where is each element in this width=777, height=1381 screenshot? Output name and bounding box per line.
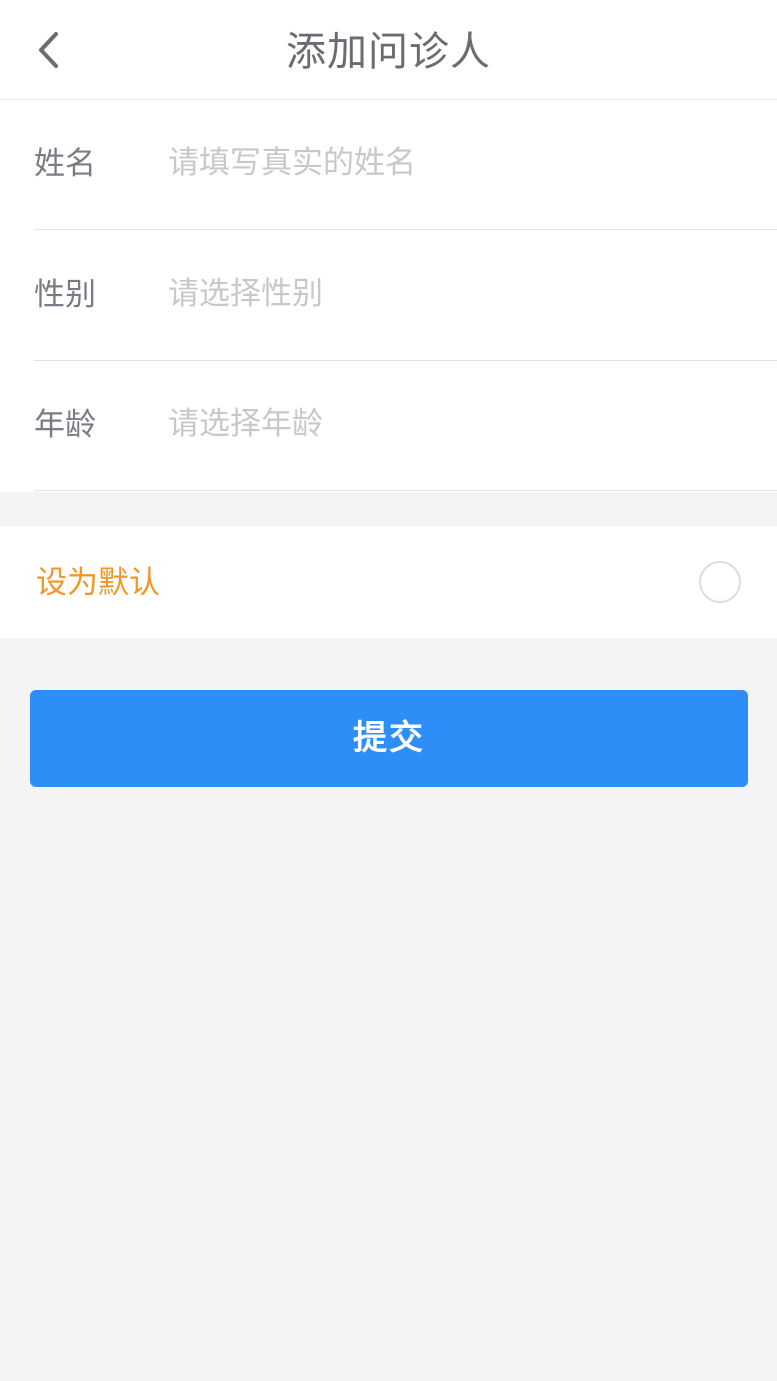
patient-form: 姓名 性别 年龄 bbox=[0, 100, 777, 492]
set-default-row[interactable]: 设为默认 bbox=[0, 526, 777, 638]
name-label: 姓名 bbox=[34, 146, 96, 182]
submit-button[interactable]: 提交 bbox=[30, 690, 748, 787]
page-title: 添加问诊人 bbox=[286, 29, 491, 75]
set-default-radio[interactable] bbox=[699, 561, 741, 603]
age-row[interactable]: 年龄 bbox=[34, 361, 777, 491]
gender-select[interactable] bbox=[168, 271, 728, 317]
name-row: 姓名 bbox=[34, 100, 777, 230]
gender-row[interactable]: 性别 bbox=[34, 231, 777, 361]
name-input[interactable] bbox=[168, 140, 728, 186]
set-default-label: 设为默认 bbox=[36, 565, 160, 601]
age-select[interactable] bbox=[168, 401, 728, 447]
gender-label: 性别 bbox=[34, 277, 96, 313]
header-bar: 添加问诊人 bbox=[0, 0, 777, 100]
age-label: 年龄 bbox=[34, 407, 96, 443]
